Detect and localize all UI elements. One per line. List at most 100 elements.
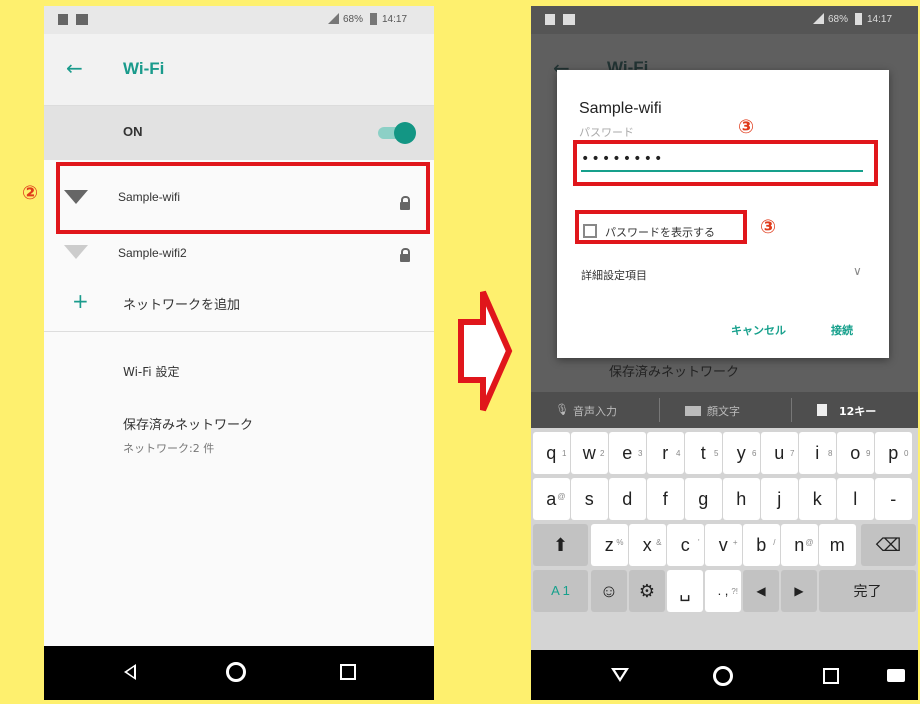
backspace-key[interactable]: ⌫ (861, 524, 916, 566)
key-y[interactable]: y6 (723, 432, 760, 474)
key-w[interactable]: w2 (571, 432, 608, 474)
key-label: h (736, 489, 747, 509)
key-o[interactable]: o9 (837, 432, 874, 474)
emoji-key[interactable]: ☺ (591, 570, 627, 612)
key-r[interactable]: r4 (647, 432, 684, 474)
key-z[interactable]: z% (591, 524, 628, 566)
battery-icon (855, 13, 862, 25)
status-bar: 68% 14:17 (531, 6, 918, 34)
key-g[interactable]: g (685, 478, 722, 520)
voice-input-button[interactable]: 音声入力 (573, 403, 617, 419)
settings-key[interactable]: ⚙ (629, 570, 665, 612)
app-bar: ← Wi-Fi (44, 34, 434, 106)
right-arrow-icon (458, 290, 513, 412)
key-m[interactable]: m (819, 524, 856, 566)
key-t[interactable]: t5 (685, 432, 722, 474)
key-e[interactable]: e3 (609, 432, 646, 474)
key-hyphen[interactable]: - (875, 478, 912, 520)
key-q[interactable]: q1 (533, 432, 570, 474)
keyboard-switch-icon[interactable] (887, 669, 905, 682)
key-j[interactable]: j (761, 478, 798, 520)
nav-recent-apps-icon[interactable] (340, 664, 356, 680)
key-s[interactable]: s (571, 478, 608, 520)
bg-saved-networks-label: 保存済みネットワーク (609, 365, 740, 380)
nav-back-icon[interactable] (124, 664, 136, 680)
plus-icon: + (72, 289, 89, 313)
software-keyboard: q 1 w 2 e 3 r 4 t 5 y 6 u 7 i 8 o 9 p 0 a @ s d f g h j k l - ⬆ z% x & c ' v +… (531, 428, 918, 650)
wifi-settings-row[interactable]: Wi-Fi 設定 (44, 346, 434, 396)
key-label: ◀ (756, 584, 766, 598)
key-number-hint: ?! (731, 587, 738, 596)
add-network-label: ネットワークを追加 (123, 298, 241, 313)
key-label: f (662, 489, 668, 509)
nav-recent-apps-icon[interactable] (823, 668, 839, 684)
key-label: m (829, 535, 845, 555)
done-key[interactable]: 完了 (819, 570, 916, 612)
key-number-hint: 1 (562, 449, 567, 458)
nav-home-icon[interactable] (226, 662, 246, 682)
key-p[interactable]: p0 (875, 432, 912, 474)
key-n[interactable]: n @ (781, 524, 818, 566)
saved-networks-row[interactable]: 保存済みネットワーク ネットワーク:2 件 (44, 402, 434, 462)
punctuation-key[interactable]: . ,?! (705, 570, 741, 612)
key-number-hint: 0 (904, 449, 909, 458)
key-label: A 1 (551, 583, 570, 598)
password-label: パスワード (579, 126, 634, 139)
key-symbol-hint: & (656, 538, 662, 547)
clock: 14:17 (867, 14, 893, 25)
step-2-marker: ② (22, 182, 39, 204)
key-symbol-hint: / (773, 538, 776, 547)
space-key[interactable]: ␣ (667, 570, 703, 612)
key-f[interactable]: f (647, 478, 684, 520)
12-key-button[interactable]: 12キー (839, 403, 876, 419)
mic-icon[interactable]: 🎙 (555, 403, 569, 416)
key-label: j (777, 489, 782, 509)
cancel-button[interactable]: キャンセル (731, 322, 786, 338)
key-label: 完了 (853, 583, 882, 599)
key-number-hint: 5 (714, 449, 719, 458)
key-number-hint: 6 (752, 449, 757, 458)
dialog-title: Sample-wifi (579, 100, 662, 117)
highlight-box-password (573, 140, 878, 186)
key-l[interactable]: l (837, 478, 874, 520)
key-i[interactable]: i8 (799, 432, 836, 474)
advanced-options-label[interactable]: 詳細設定項目 (581, 267, 647, 283)
nav-home-icon[interactable] (713, 666, 733, 686)
cursor-right-key[interactable]: ▶ (781, 570, 817, 612)
wifi-toggle-row[interactable]: ON (44, 106, 434, 160)
divider (44, 331, 434, 332)
key-k[interactable]: k (799, 478, 836, 520)
navigation-bar (44, 646, 434, 700)
highlight-box-network (56, 162, 430, 234)
keypad-icon (817, 404, 827, 416)
shift-key[interactable]: ⬆ (533, 524, 588, 566)
add-network-row[interactable]: + ネットワークを追加 (44, 278, 434, 328)
key-v[interactable]: v + (705, 524, 742, 566)
connect-button[interactable]: 接続 (831, 322, 853, 338)
back-arrow-icon[interactable]: ← (66, 56, 83, 80)
key-c[interactable]: c ' (667, 524, 704, 566)
key-x[interactable]: x & (629, 524, 666, 566)
key-u[interactable]: u7 (761, 432, 798, 474)
cursor-left-key[interactable]: ◀ (743, 570, 779, 612)
key-h[interactable]: h (723, 478, 760, 520)
notification-icon (58, 14, 68, 25)
network-item-sample-wifi2[interactable]: Sample-wifi2 (44, 232, 434, 278)
battery-percent: 68% (828, 14, 849, 25)
status-bar: 68% 14:17 (44, 6, 434, 34)
nav-hide-keyboard-icon[interactable] (611, 668, 629, 682)
key-label: ▶ (794, 584, 804, 598)
signal-icon (328, 13, 339, 24)
key-a[interactable]: a @ (533, 478, 570, 520)
mode-switch-key[interactable]: A 1 (533, 570, 588, 612)
emoticon-button[interactable]: 顔文字 (707, 403, 740, 419)
key-b[interactable]: b / (743, 524, 780, 566)
wifi-settings-label: Wi-Fi 設定 (123, 365, 180, 379)
chevron-down-icon[interactable]: ∨ (853, 264, 862, 278)
toggle-label: ON (123, 124, 143, 139)
battery-icon (370, 13, 377, 25)
key-label: ☺ (599, 581, 619, 601)
key-d[interactable]: d (609, 478, 646, 520)
key-label: s (584, 489, 594, 509)
wifi-switch-thumb[interactable] (394, 122, 416, 144)
